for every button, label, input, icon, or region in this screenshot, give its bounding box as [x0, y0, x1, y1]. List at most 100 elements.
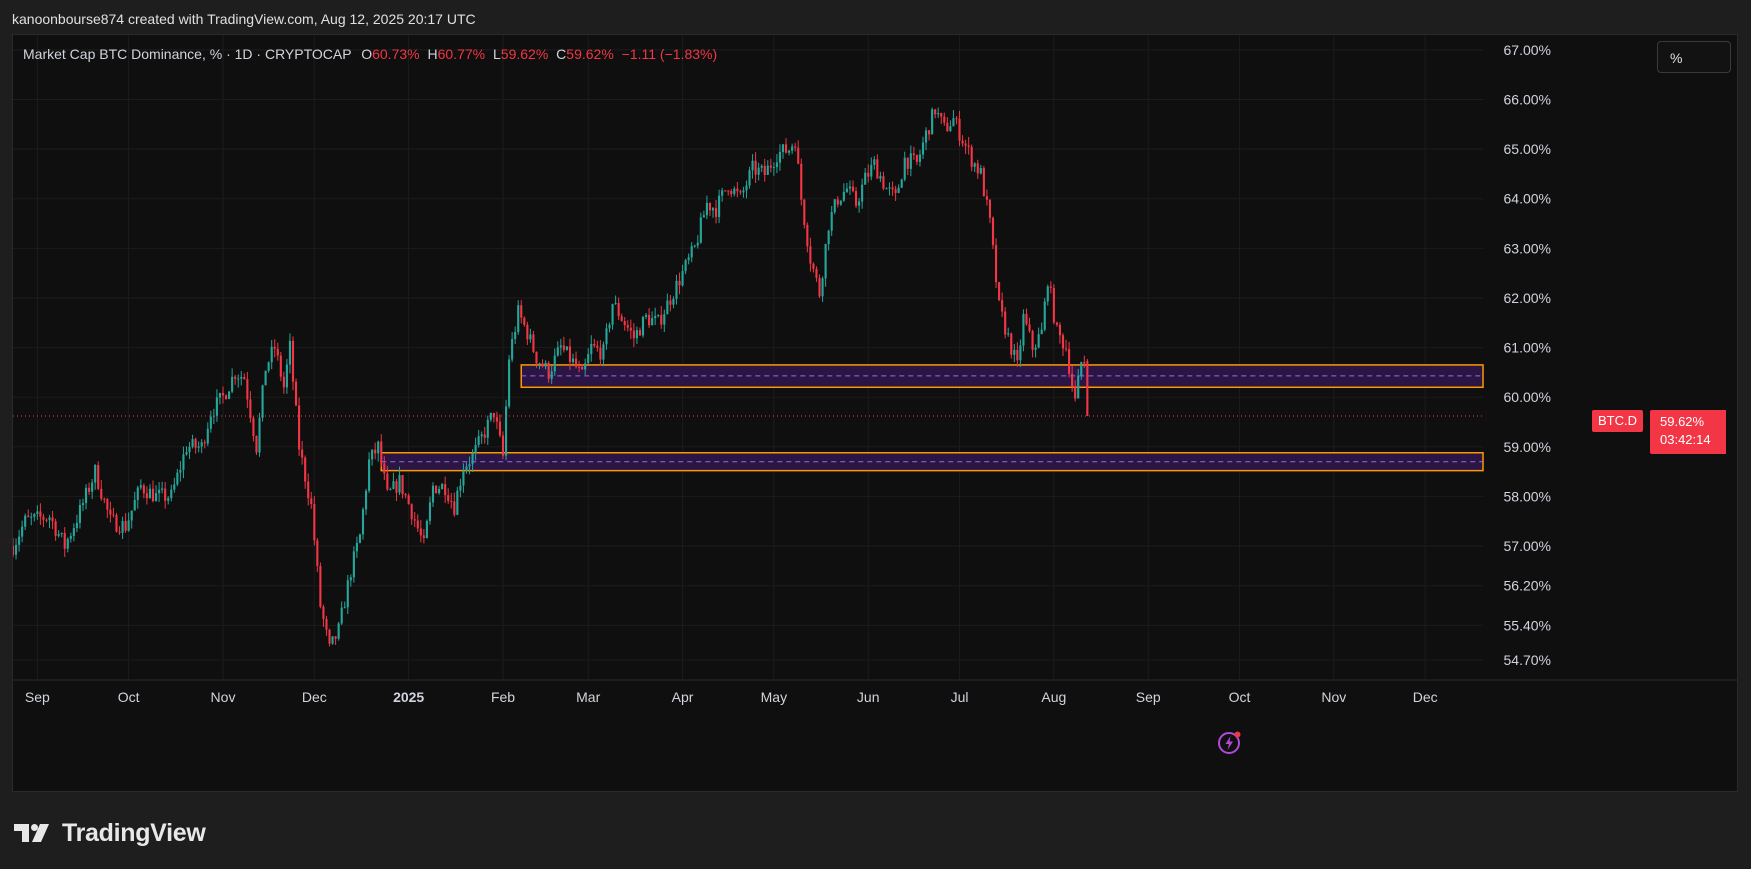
time-tick-label: Apr	[672, 689, 694, 705]
candle-body	[161, 488, 164, 490]
candle-body	[638, 330, 642, 336]
symbol-legend: Market Cap BTC Dominance, % · 1D · CRYPT…	[23, 46, 717, 62]
candle-body	[937, 113, 940, 115]
candle-body	[1019, 345, 1022, 361]
candle-body	[617, 303, 620, 317]
candle-body	[240, 377, 243, 379]
candle-body	[641, 316, 645, 336]
candle-body	[1052, 287, 1055, 323]
horizontal-zones	[380, 364, 1484, 472]
candle-body	[574, 358, 578, 367]
candle-body	[1061, 335, 1065, 349]
candle-body	[985, 196, 988, 200]
candle-body	[556, 347, 559, 356]
candle-body	[54, 521, 57, 536]
candle-body	[526, 324, 529, 340]
candle-body	[876, 159, 879, 179]
percent-scale-button[interactable]: %	[1657, 41, 1731, 73]
candle-body	[42, 516, 45, 520]
candle-body	[581, 366, 584, 370]
candle-body	[745, 185, 748, 191]
candle-body	[891, 187, 894, 190]
footer-brand: TradingView	[14, 817, 206, 849]
candle-body	[276, 348, 279, 356]
grid-lines	[13, 35, 1483, 680]
candle-body	[928, 130, 931, 135]
candle-body	[629, 327, 632, 331]
candle-body	[450, 501, 453, 503]
candle-body	[459, 485, 462, 491]
candle-body	[924, 130, 928, 143]
chart-pane[interactable]: 67.00% 66.00% 65.00% 64.00% 63.00% 62.00% 61.0…	[12, 34, 1738, 792]
candle-body	[553, 355, 556, 372]
candle-body	[538, 363, 541, 365]
candle-body	[419, 528, 422, 536]
candle-body	[72, 528, 75, 536]
candle-body	[51, 517, 54, 522]
candle-body	[803, 199, 806, 225]
candle-body	[477, 436, 480, 445]
candle-body	[340, 607, 343, 624]
candle-body	[325, 618, 328, 630]
candle-body	[830, 212, 833, 231]
price-axis[interactable]: 67.00% 66.00% 65.00% 64.00% 63.00% 62.00% 61.0…	[1504, 42, 1551, 668]
candle-body	[912, 153, 915, 156]
legend-low-value: 59.62%	[500, 46, 549, 62]
candle-body	[453, 501, 456, 515]
candle-body	[870, 164, 873, 177]
candle-body	[681, 271, 684, 286]
candle-body	[322, 606, 325, 619]
candle-body	[812, 263, 815, 269]
candle-body	[109, 509, 112, 515]
time-axis[interactable]: Sep Oct Nov Dec 2025 Feb Mar Apr May Jun Jul Aug Sep…	[13, 679, 1738, 705]
candle-body	[727, 190, 730, 192]
candle-body	[267, 362, 270, 371]
candle-body	[836, 199, 839, 205]
candle-body	[14, 544, 18, 555]
candle-body	[599, 347, 602, 360]
candle-body	[498, 421, 502, 436]
tradingview-brand-text: TradingView	[62, 818, 206, 847]
candle-body	[839, 200, 842, 205]
price-tick-label: 62.00%	[1504, 290, 1551, 306]
candle-body	[431, 485, 435, 503]
candle-body	[544, 362, 547, 367]
candle-body	[842, 191, 845, 201]
candle-body	[1001, 300, 1004, 312]
lightning-alert-icon[interactable]	[1216, 728, 1244, 756]
candle-body	[492, 412, 495, 418]
candle-body	[480, 434, 483, 437]
tradingview-logo-icon	[14, 824, 49, 842]
candle-body	[1010, 333, 1013, 355]
candle-body	[133, 499, 136, 511]
candle-body	[21, 526, 24, 537]
candle-body	[389, 488, 392, 490]
candle-body	[203, 442, 206, 444]
candle-body	[243, 377, 246, 380]
candle-body	[1034, 347, 1037, 350]
candle-body	[124, 521, 127, 531]
candle-body	[255, 436, 258, 453]
candle-body	[182, 454, 185, 470]
legend-open-value: 60.73%	[372, 46, 420, 62]
candle-body	[934, 109, 937, 115]
candle-body	[651, 318, 654, 326]
candle-body	[532, 334, 535, 352]
candle-body	[809, 246, 812, 264]
candle-body	[797, 147, 800, 164]
candle-body	[428, 502, 432, 521]
attribution-text: kanoonbourse874 created with TradingView…	[12, 11, 476, 27]
candle-body	[206, 428, 209, 444]
candle-body	[955, 118, 958, 120]
price-chart[interactable]: 67.00% 66.00% 65.00% 64.00% 63.00% 62.00% 61.0…	[13, 35, 1738, 792]
candle-body	[660, 314, 663, 325]
candle-body	[252, 418, 255, 437]
candle-body	[13, 546, 15, 555]
candle-body	[711, 208, 715, 211]
candle-body	[593, 343, 596, 346]
candle-body	[763, 165, 766, 175]
candle-body	[1022, 313, 1025, 346]
candle-body	[520, 305, 523, 318]
candle-body	[97, 465, 100, 489]
candle-body	[721, 190, 724, 196]
